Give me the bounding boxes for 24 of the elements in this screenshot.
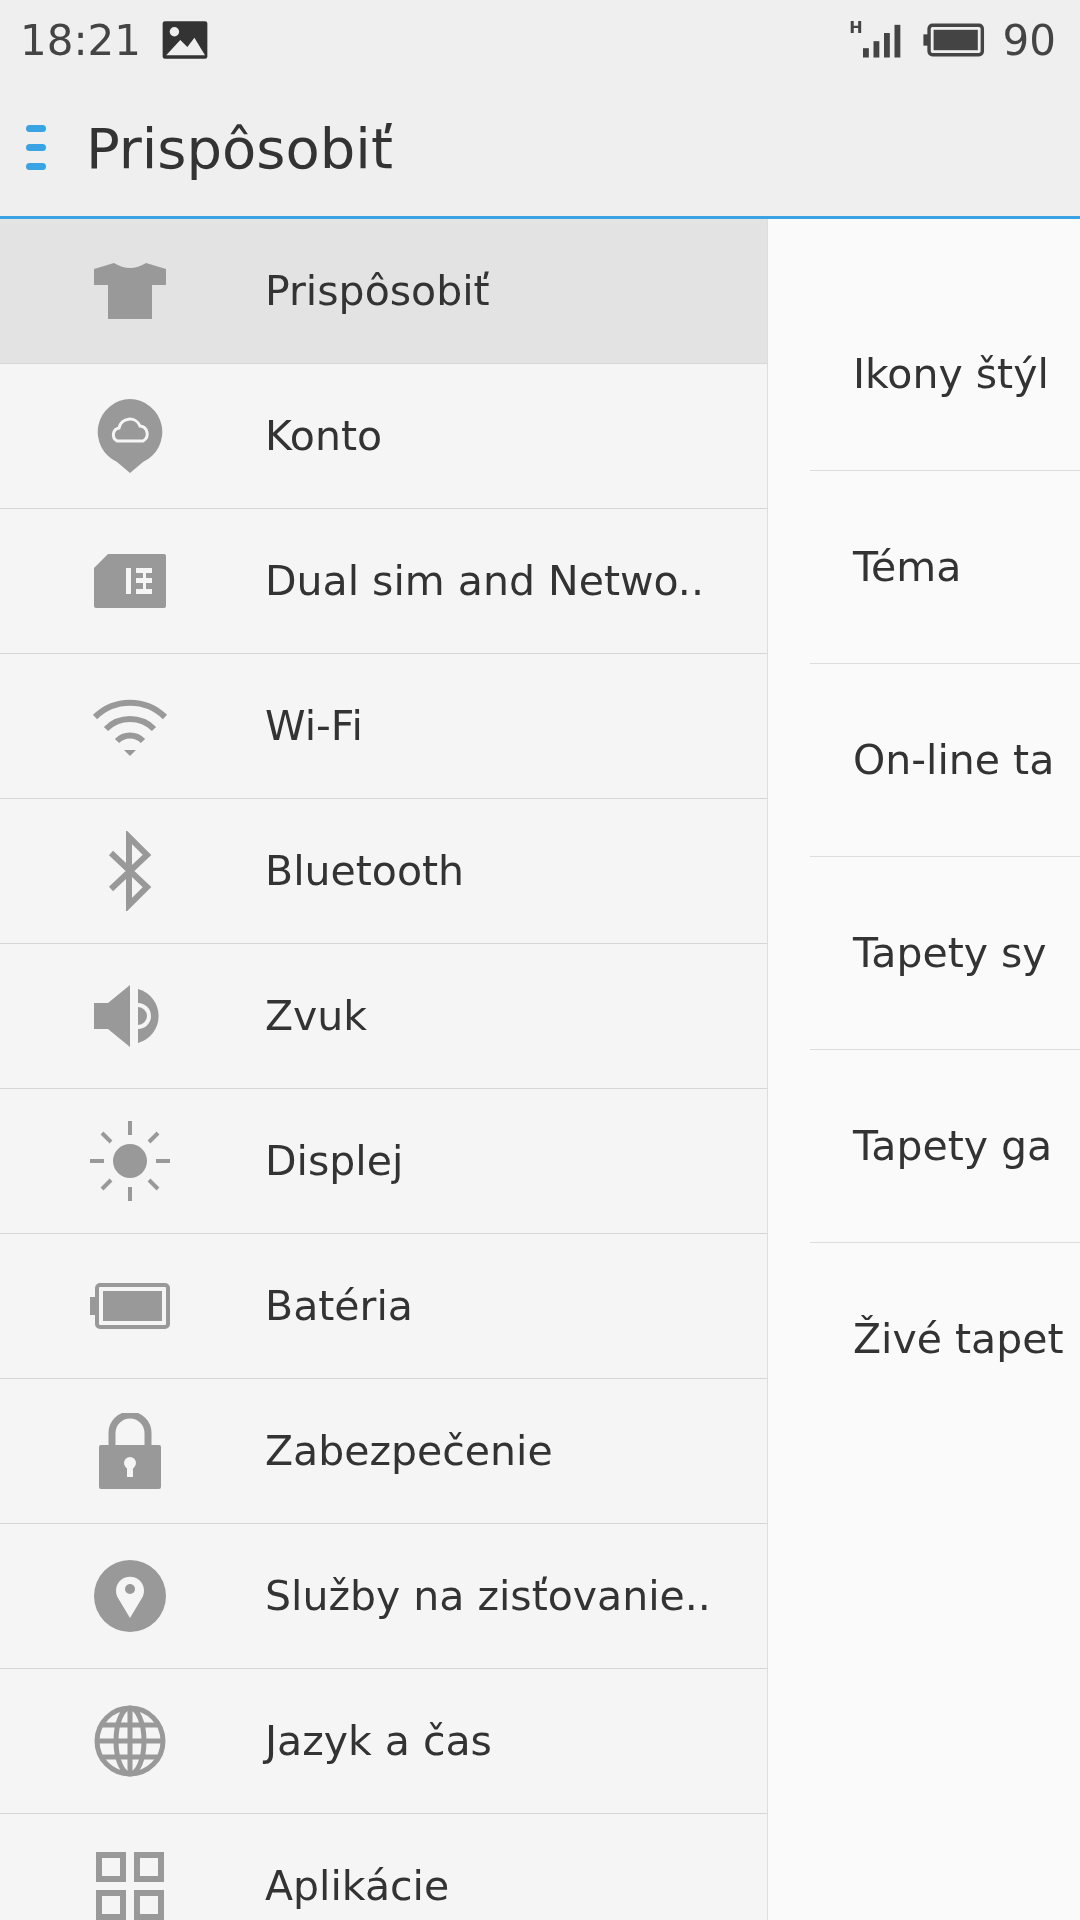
settings-item[interactable]: Ikony štýl (810, 278, 1080, 471)
settings-item[interactable]: Tapety ga (810, 1050, 1080, 1243)
network-type: H (849, 18, 863, 37)
sim-card-icon (93, 554, 166, 608)
menu-icon[interactable] (26, 125, 46, 171)
status-time: 18:21 (20, 15, 142, 65)
settings-item[interactable]: Živé tapet (810, 1243, 1080, 1435)
battery-percentage: 90 (1002, 15, 1056, 65)
settings-item[interactable]: Téma (810, 471, 1080, 664)
settings-item[interactable]: Tapety sy (810, 857, 1080, 1050)
image-icon (161, 20, 210, 60)
battery-icon (89, 1283, 170, 1329)
shirt-icon (93, 263, 166, 319)
settings-item[interactable]: On-line ta (810, 664, 1080, 857)
brightness-icon (89, 1121, 170, 1201)
grid-icon (95, 1852, 164, 1920)
lock-icon (98, 1413, 161, 1489)
page-title: Prispôsobiť (86, 115, 393, 181)
battery-icon (922, 23, 985, 57)
sidebar-item[interactable]: Prispôsobiť (0, 219, 767, 364)
cloud-icon (96, 399, 163, 473)
location-icon (93, 1560, 166, 1632)
globe-icon (93, 1705, 166, 1777)
bluetooth-icon (106, 831, 153, 911)
